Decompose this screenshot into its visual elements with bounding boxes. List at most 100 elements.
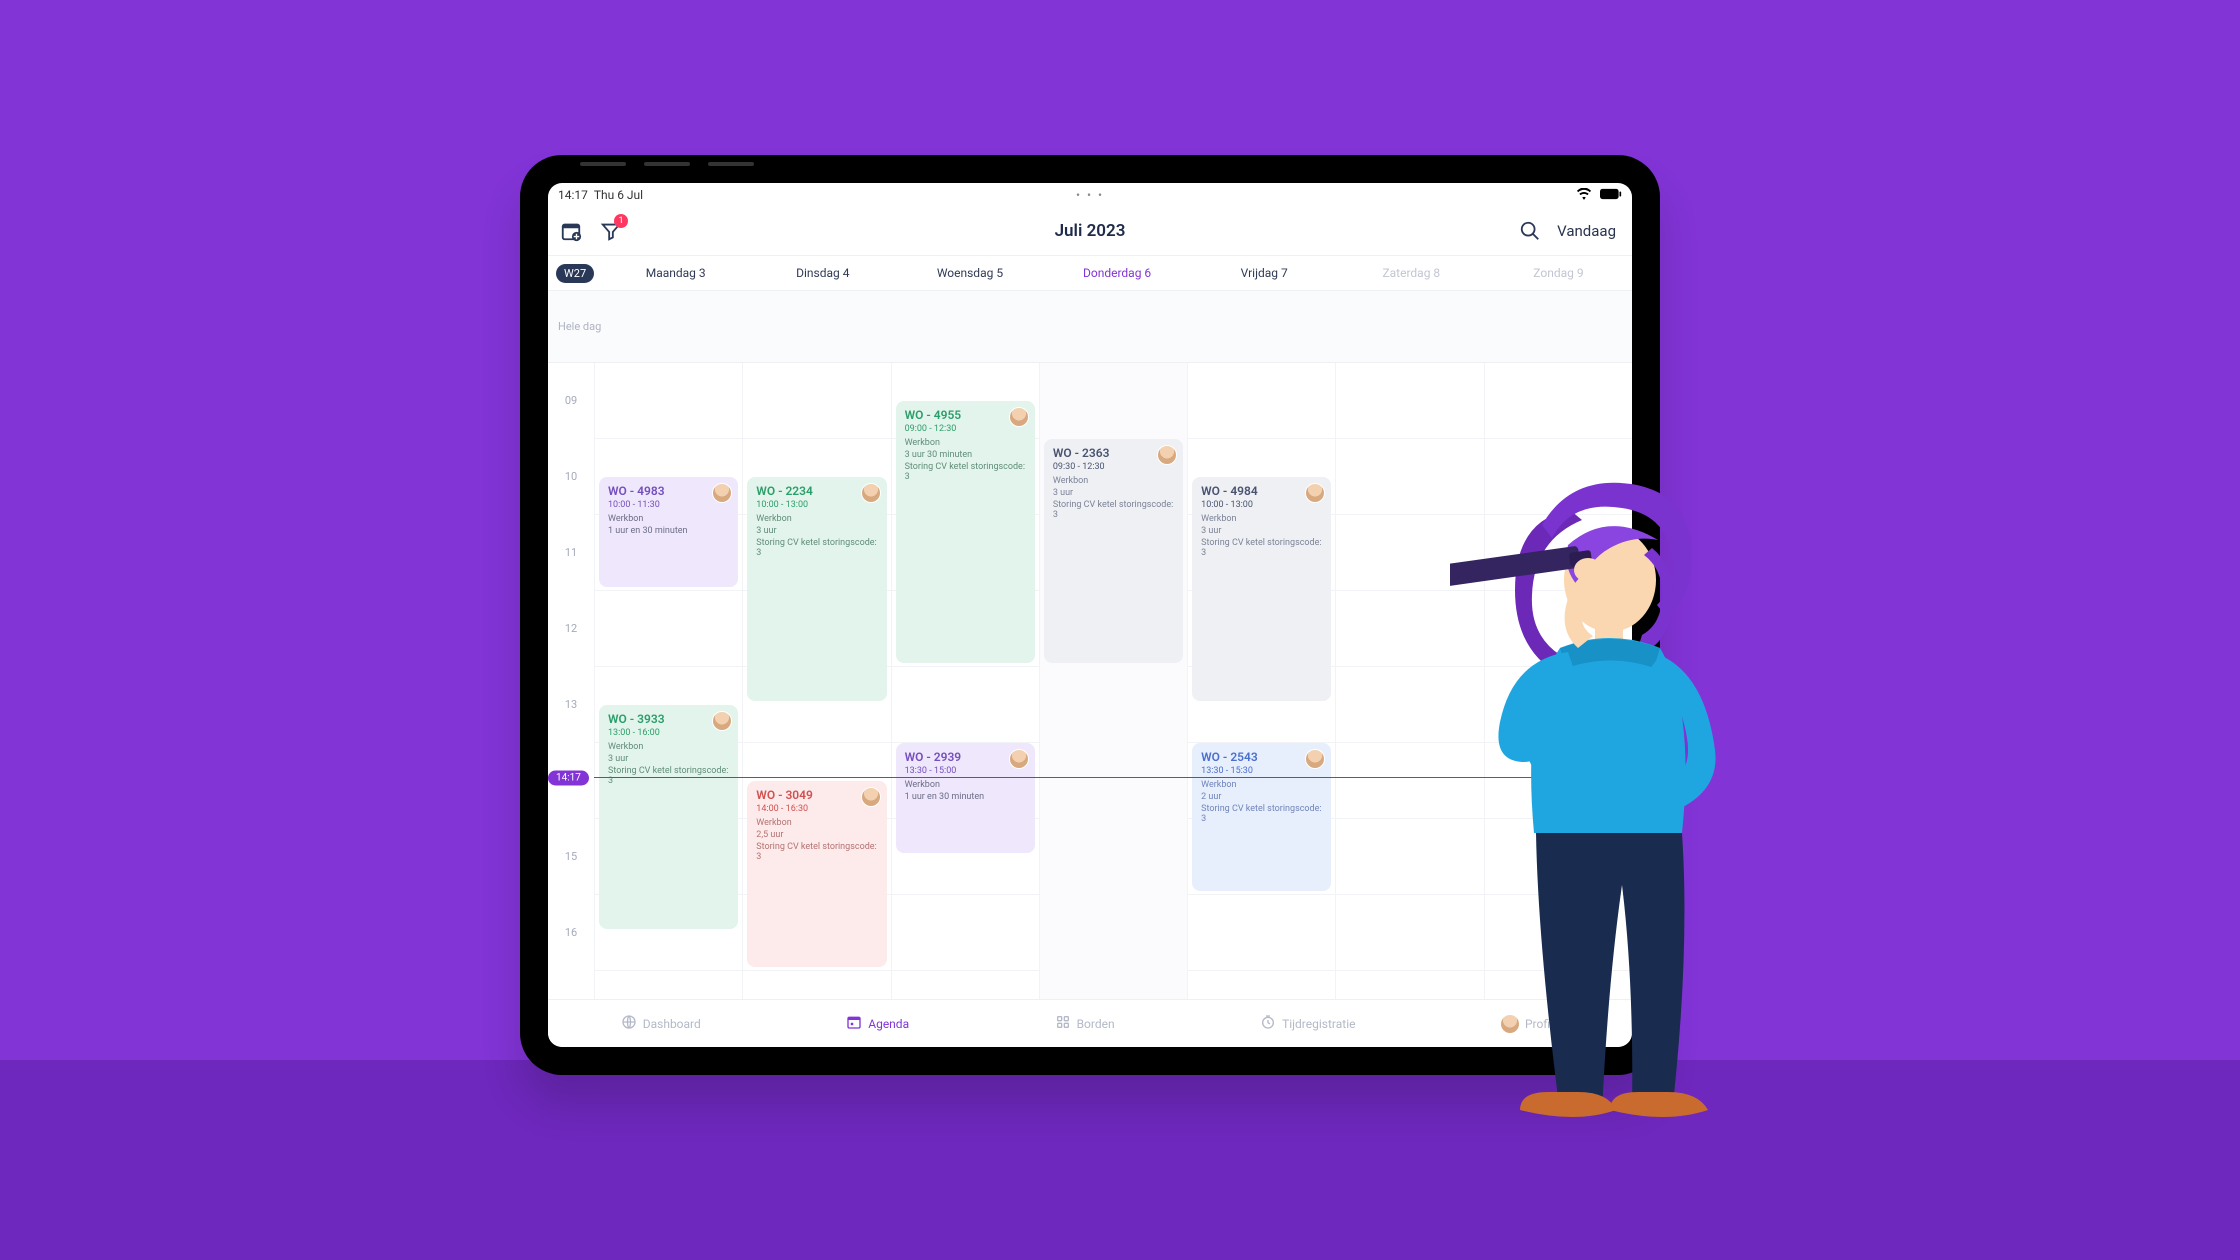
event-time: 10:00 - 11:30: [608, 500, 729, 510]
calendar-event[interactable]: WO - 498310:00 - 11:30Werkbon1 uur en 30…: [599, 477, 738, 587]
calendar-event[interactable]: WO - 2363 09:30 - 12:30 Werkbon 3 uur Storin…: [1044, 439, 1183, 663]
allday-label: Hele dag: [558, 320, 601, 333]
event-time: 10:00 - 13:00: [1201, 500, 1322, 510]
event-duration: 3 uur: [1053, 488, 1174, 498]
event-note: Storing CV ketel storingscode: 3: [1053, 500, 1174, 520]
calendar-event[interactable]: WO - 498410:00 - 13:00Werkbon3 uurStorin…: [1192, 477, 1331, 701]
tab-borden[interactable]: Borden: [1055, 1014, 1115, 1033]
event-time: 13:30 - 15:30: [1201, 766, 1322, 776]
assignee-avatar: [862, 484, 880, 502]
event-type: Werkbon: [756, 514, 877, 524]
status-bar: 14:17 Thu 6 Jul • • •: [548, 183, 1632, 207]
day-column-4[interactable]: WO - 4984 10:00 - 13:00 Werkbon 3 uur Storin…: [1187, 363, 1335, 999]
hour-label: 13: [548, 698, 594, 774]
day-column-2[interactable]: WO - 495509:00 - 12:30Werkbon3 uur 30 mi…: [891, 363, 1039, 999]
status-time: 14:17: [558, 188, 588, 202]
event-duration: 3 uur: [1201, 526, 1322, 536]
day-header-0[interactable]: Maandag 3: [602, 266, 749, 280]
event-type: Werkbon: [1053, 476, 1174, 486]
event-type: Werkbon: [905, 438, 1026, 448]
event-duration: 2,5 uur: [756, 830, 877, 840]
day-header-6[interactable]: Zondag 9: [1485, 266, 1632, 280]
assignee-avatar: [1010, 750, 1028, 768]
tab-agenda[interactable]: Agenda: [846, 1014, 909, 1033]
timer-icon: [1260, 1014, 1276, 1033]
event-note: Storing CV ketel storingscode: 3: [608, 766, 729, 786]
event-time: 10:00 - 13:00: [756, 500, 877, 510]
calendar-event[interactable]: WO - 495509:00 - 12:30Werkbon3 uur 30 mi…: [896, 401, 1035, 663]
event-duration: 3 uur: [756, 526, 877, 536]
event-time: 14:00 - 16:30: [756, 804, 877, 814]
event-title: WO - 4955: [905, 408, 1026, 422]
status-date: Thu 6 Jul: [594, 188, 643, 202]
event-time: 09:30 - 12:30: [1053, 462, 1174, 472]
event-title: WO - 2543: [1201, 750, 1322, 764]
calendar-event[interactable]: WO - 293913:30 - 15:00Werkbon1 uur en 30…: [896, 743, 1035, 853]
calendar-event[interactable]: WO - 3933 13:00 - 16:00 Werkbon 3 uur Storin…: [599, 705, 738, 929]
tab-label: Tijdregistratie: [1282, 1017, 1355, 1031]
wifi-icon: [1577, 189, 1594, 203]
day-column-0[interactable]: WO - 498310:00 - 11:30Werkbon1 uur en 30…: [594, 363, 742, 999]
today-button[interactable]: Vandaag: [1557, 222, 1616, 240]
event-duration: 1 uur en 30 minuten: [905, 792, 1026, 802]
event-type: Werkbon: [756, 818, 877, 828]
day-column-3[interactable]: WO - 2363 09:30 - 12:30 Werkbon 3 uur Storin…: [1039, 363, 1187, 999]
event-note: Storing CV ketel storingscode: 3: [756, 538, 877, 558]
calendar-event[interactable]: WO - 2543 13:30 - 15:30 Werkbon 2 uur Storin…: [1192, 743, 1331, 891]
tab-label: Agenda: [868, 1017, 909, 1031]
event-title: WO - 2234: [756, 484, 877, 498]
week-header: W27 Maandag 3Dinsdag 4Woensdag 5Donderda…: [548, 255, 1632, 291]
hour-label: 11: [548, 546, 594, 622]
day-header-4[interactable]: Vrijdag 7: [1191, 266, 1338, 280]
search-icon[interactable]: [1519, 220, 1541, 242]
battery-icon: [1600, 189, 1622, 203]
hour-label: 16: [548, 926, 594, 999]
tab-label: Dashboard: [643, 1017, 701, 1031]
event-note: Storing CV ketel storingscode: 3: [1201, 804, 1322, 824]
tab-dashboard[interactable]: Dashboard: [621, 1014, 701, 1033]
event-title: WO - 2363: [1053, 446, 1174, 460]
hardware-buttons: [580, 151, 772, 170]
status-indicators: [1571, 188, 1622, 203]
event-time: 13:00 - 16:00: [608, 728, 729, 738]
event-type: Werkbon: [1201, 780, 1322, 790]
hour-label: 10: [548, 470, 594, 546]
day-header-3[interactable]: Donderdag 6: [1044, 266, 1191, 280]
day-column-1[interactable]: WO - 2234 10:00 - 13:00 Werkbon 3 uur Storin…: [742, 363, 890, 999]
day-header-1[interactable]: Dinsdag 4: [749, 266, 896, 280]
calendar-event[interactable]: WO - 2234 10:00 - 13:00 Werkbon 3 uur Storin…: [747, 477, 886, 701]
calendar-icon: [846, 1014, 862, 1033]
event-duration: 1 uur en 30 minuten: [608, 526, 729, 536]
globe-icon: [621, 1014, 637, 1033]
event-time: 13:30 - 15:00: [905, 766, 1026, 776]
assignee-avatar: [1010, 408, 1028, 426]
event-duration: 3 uur 30 minuten: [905, 450, 1026, 460]
event-type: Werkbon: [608, 742, 729, 752]
tab-tijdregistratie[interactable]: Tijdregistratie: [1260, 1014, 1355, 1033]
day-header-5[interactable]: Zaterdag 8: [1338, 266, 1485, 280]
page-title: Juli 2023: [1055, 221, 1126, 241]
calendar-event[interactable]: WO - 304914:00 - 16:30Werkbon2,5 uurStor…: [747, 781, 886, 967]
event-title: WO - 4984: [1201, 484, 1322, 498]
event-title: WO - 3049: [756, 788, 877, 802]
event-type: Werkbon: [1201, 514, 1322, 524]
calendar-add-icon[interactable]: [560, 220, 582, 242]
tab-label: Borden: [1077, 1017, 1115, 1031]
event-title: WO - 3933: [608, 712, 729, 726]
event-duration: 2 uur: [1201, 792, 1322, 802]
hour-label: 12: [548, 622, 594, 698]
day-header-2[interactable]: Woensdag 5: [896, 266, 1043, 280]
top-bar: 1 Juli 2023 Vandaag: [548, 207, 1632, 255]
event-type: Werkbon: [608, 514, 729, 524]
allday-row: Hele dag: [548, 291, 1632, 363]
current-time-pill: 14:17: [548, 771, 589, 786]
filter-icon[interactable]: 1: [600, 220, 622, 242]
event-duration: 3 uur: [608, 754, 729, 764]
assignee-avatar: [862, 788, 880, 806]
hour-label: 15: [548, 850, 594, 926]
hour-label: 09: [548, 394, 594, 470]
grid-icon: [1055, 1014, 1071, 1033]
event-title: WO - 2939: [905, 750, 1026, 764]
event-note: Storing CV ketel storingscode: 3: [905, 462, 1026, 482]
notification-badge: 1: [614, 214, 628, 228]
